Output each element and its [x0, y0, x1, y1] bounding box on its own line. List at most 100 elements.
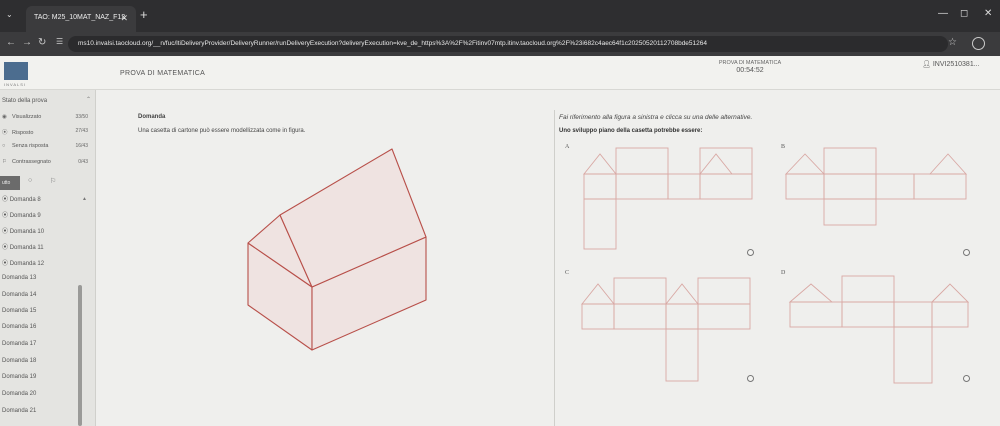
question-item-16[interactable]: Domanda 16: [2, 324, 36, 330]
question-item-label: Domanda 12: [9, 261, 45, 267]
instruction-text: Fai riferimento alla figura a sinistra e…: [559, 114, 753, 121]
test-name: PROVA DI MATEMATICA: [718, 60, 782, 66]
question-item-label: Domanda 16: [2, 324, 37, 330]
user-label: INVI2510381...: [932, 61, 980, 68]
question-item-label: Domanda 9: [9, 213, 41, 219]
question-item-label: Domanda 13: [2, 275, 37, 281]
invalsi-logo: [4, 62, 28, 80]
stat-flagged: ⚐ Contrassegnato 0/43: [2, 159, 90, 169]
app-title: PROVA DI MATEMATICA: [120, 70, 206, 77]
question-item-11[interactable]: ⦿ Domanda 11: [2, 242, 44, 251]
stat-viewed: ◉ Visualizzato 33/50: [2, 114, 90, 124]
question-item-17[interactable]: Domanda 17: [2, 341, 36, 347]
question-item-label: Domanda 19: [2, 374, 37, 380]
answered-icon: ⦿: [2, 245, 9, 251]
option-c-radio[interactable]: [747, 375, 754, 382]
question-item-12[interactable]: ⦿ Domanda 12: [2, 258, 44, 267]
stat-label: Senza risposta: [12, 143, 49, 149]
filter-flagged-icon[interactable]: ⚐: [50, 177, 56, 185]
browser-toolbar: ← → ↻ ☰ ms10.invalsi.taocloud.org/__n/fu…: [0, 32, 1000, 56]
sidebar-title: Stato della prova: [2, 98, 48, 104]
net-a: [583, 147, 753, 250]
question-label: Domanda: [138, 114, 166, 120]
address-bar[interactable]: ms10.invalsi.taocloud.org/__n/fuc/ltiDel…: [68, 36, 948, 52]
site-info-icon[interactable]: ☰: [56, 37, 63, 46]
answered-icon: ⦿: [2, 197, 9, 203]
logo-text: INVALSI: [4, 82, 27, 87]
option-d-radio[interactable]: [963, 375, 970, 382]
question-item-label: Domanda 18: [2, 358, 37, 364]
close-window-icon[interactable]: ✕: [984, 8, 992, 19]
answered-icon: ⦿: [2, 213, 9, 219]
column-divider: [554, 110, 555, 426]
back-arrow-icon[interactable]: ←: [6, 37, 16, 48]
options-prompt: Uno sviluppo piano della casetta potrebb…: [559, 128, 703, 134]
scroll-up-icon[interactable]: ▲: [82, 196, 87, 202]
question-item-21[interactable]: Domanda 21: [2, 408, 36, 414]
minimize-icon[interactable]: —: [938, 8, 948, 19]
question-item-18[interactable]: Domanda 18: [2, 358, 36, 364]
close-tab-icon[interactable]: ✕: [120, 13, 128, 24]
answered-icon: ⦿: [2, 261, 9, 267]
maximize-icon[interactable]: ◻: [960, 8, 968, 19]
net-c: [581, 277, 751, 382]
stat-label: Contrassegnato: [12, 159, 51, 165]
new-tab-icon[interactable]: +: [140, 7, 148, 22]
app-header: INVALSI PROVA DI MATEMATICA PROVA DI MAT…: [0, 56, 1000, 90]
tab-title: TAO: M25_10MAT_NAZ_F12: [34, 14, 126, 21]
user-icon: 👤︎: [922, 61, 931, 68]
option-a-radio[interactable]: [747, 249, 754, 256]
option-c[interactable]: C: [562, 268, 758, 386]
flag-icon: ⚐: [2, 159, 7, 165]
profile-icon[interactable]: [972, 37, 985, 50]
filter-unanswered-icon[interactable]: ○: [28, 177, 32, 184]
stat-label: Risposto: [12, 130, 34, 136]
test-sidebar: Stato della prova ⌃ ◉ Visualizzato 33/50 …: [0, 90, 96, 426]
sidebar-scrollbar[interactable]: [78, 285, 82, 426]
question-item-label: Domanda 20: [2, 391, 37, 397]
forward-arrow-icon[interactable]: →: [22, 37, 32, 48]
net-b: [784, 147, 968, 226]
browser-tab[interactable]: TAO: M25_10MAT_NAZ_F12 ✕: [26, 6, 136, 32]
question-item-label: Domanda 17: [2, 341, 37, 347]
question-item-15[interactable]: Domanda 15: [2, 308, 36, 314]
stat-count: 33/50: [75, 114, 88, 120]
question-item-label: Domanda 21: [2, 408, 37, 414]
filter-all-button[interactable]: utto: [0, 176, 20, 190]
net-d: [788, 275, 970, 384]
question-item-label: Domanda 8: [9, 197, 41, 203]
bookmark-star-icon[interactable]: ☆: [948, 37, 957, 48]
eye-icon: ◉: [2, 114, 7, 120]
question-item-label: Domanda 11: [9, 245, 44, 251]
stat-count: 16/43: [75, 143, 88, 149]
option-a[interactable]: A: [562, 142, 758, 260]
reload-icon[interactable]: ↻: [38, 37, 46, 48]
question-item-14[interactable]: Domanda 14: [2, 292, 36, 298]
tab-list-chevron-icon[interactable]: ⌄: [6, 10, 13, 19]
question-area: Domanda Una casetta di cartone può esser…: [96, 90, 1000, 426]
answered-icon: ⦿: [2, 130, 8, 136]
house-figure: [247, 148, 427, 351]
option-b[interactable]: B: [778, 142, 974, 260]
collapse-chevron-icon[interactable]: ⌃: [86, 96, 91, 103]
question-item-8[interactable]: ⦿ Domanda 8: [2, 194, 41, 203]
question-item-19[interactable]: Domanda 19: [2, 374, 36, 380]
question-text: Una casetta di cartone può essere modell…: [138, 128, 306, 134]
question-item-label: Domanda 15: [2, 308, 37, 314]
stat-label: Visualizzato: [12, 114, 42, 120]
browser-tabbar: ⌄ TAO: M25_10MAT_NAZ_F12 ✕ + — ◻ ✕: [0, 0, 1000, 32]
stat-count: 0/43: [78, 159, 88, 165]
question-item-label: Domanda 14: [2, 292, 37, 298]
stat-count: 27/43: [75, 128, 88, 134]
option-d[interactable]: D: [778, 268, 974, 386]
question-item-20[interactable]: Domanda 20: [2, 391, 36, 397]
option-b-radio[interactable]: [963, 249, 970, 256]
stat-answered: ⦿ Risposto 27/43: [2, 128, 90, 138]
question-item-label: Domanda 10: [9, 229, 45, 235]
question-item-9[interactable]: ⦿ Domanda 9: [2, 210, 41, 219]
answered-icon: ⦿: [2, 229, 9, 235]
question-item-10[interactable]: ⦿ Domanda 10: [2, 226, 44, 235]
empty-circle-icon: ○: [2, 143, 6, 149]
question-item-13[interactable]: Domanda 13: [2, 275, 36, 281]
stat-unanswered: ○ Senza risposta 16/43: [2, 143, 90, 153]
